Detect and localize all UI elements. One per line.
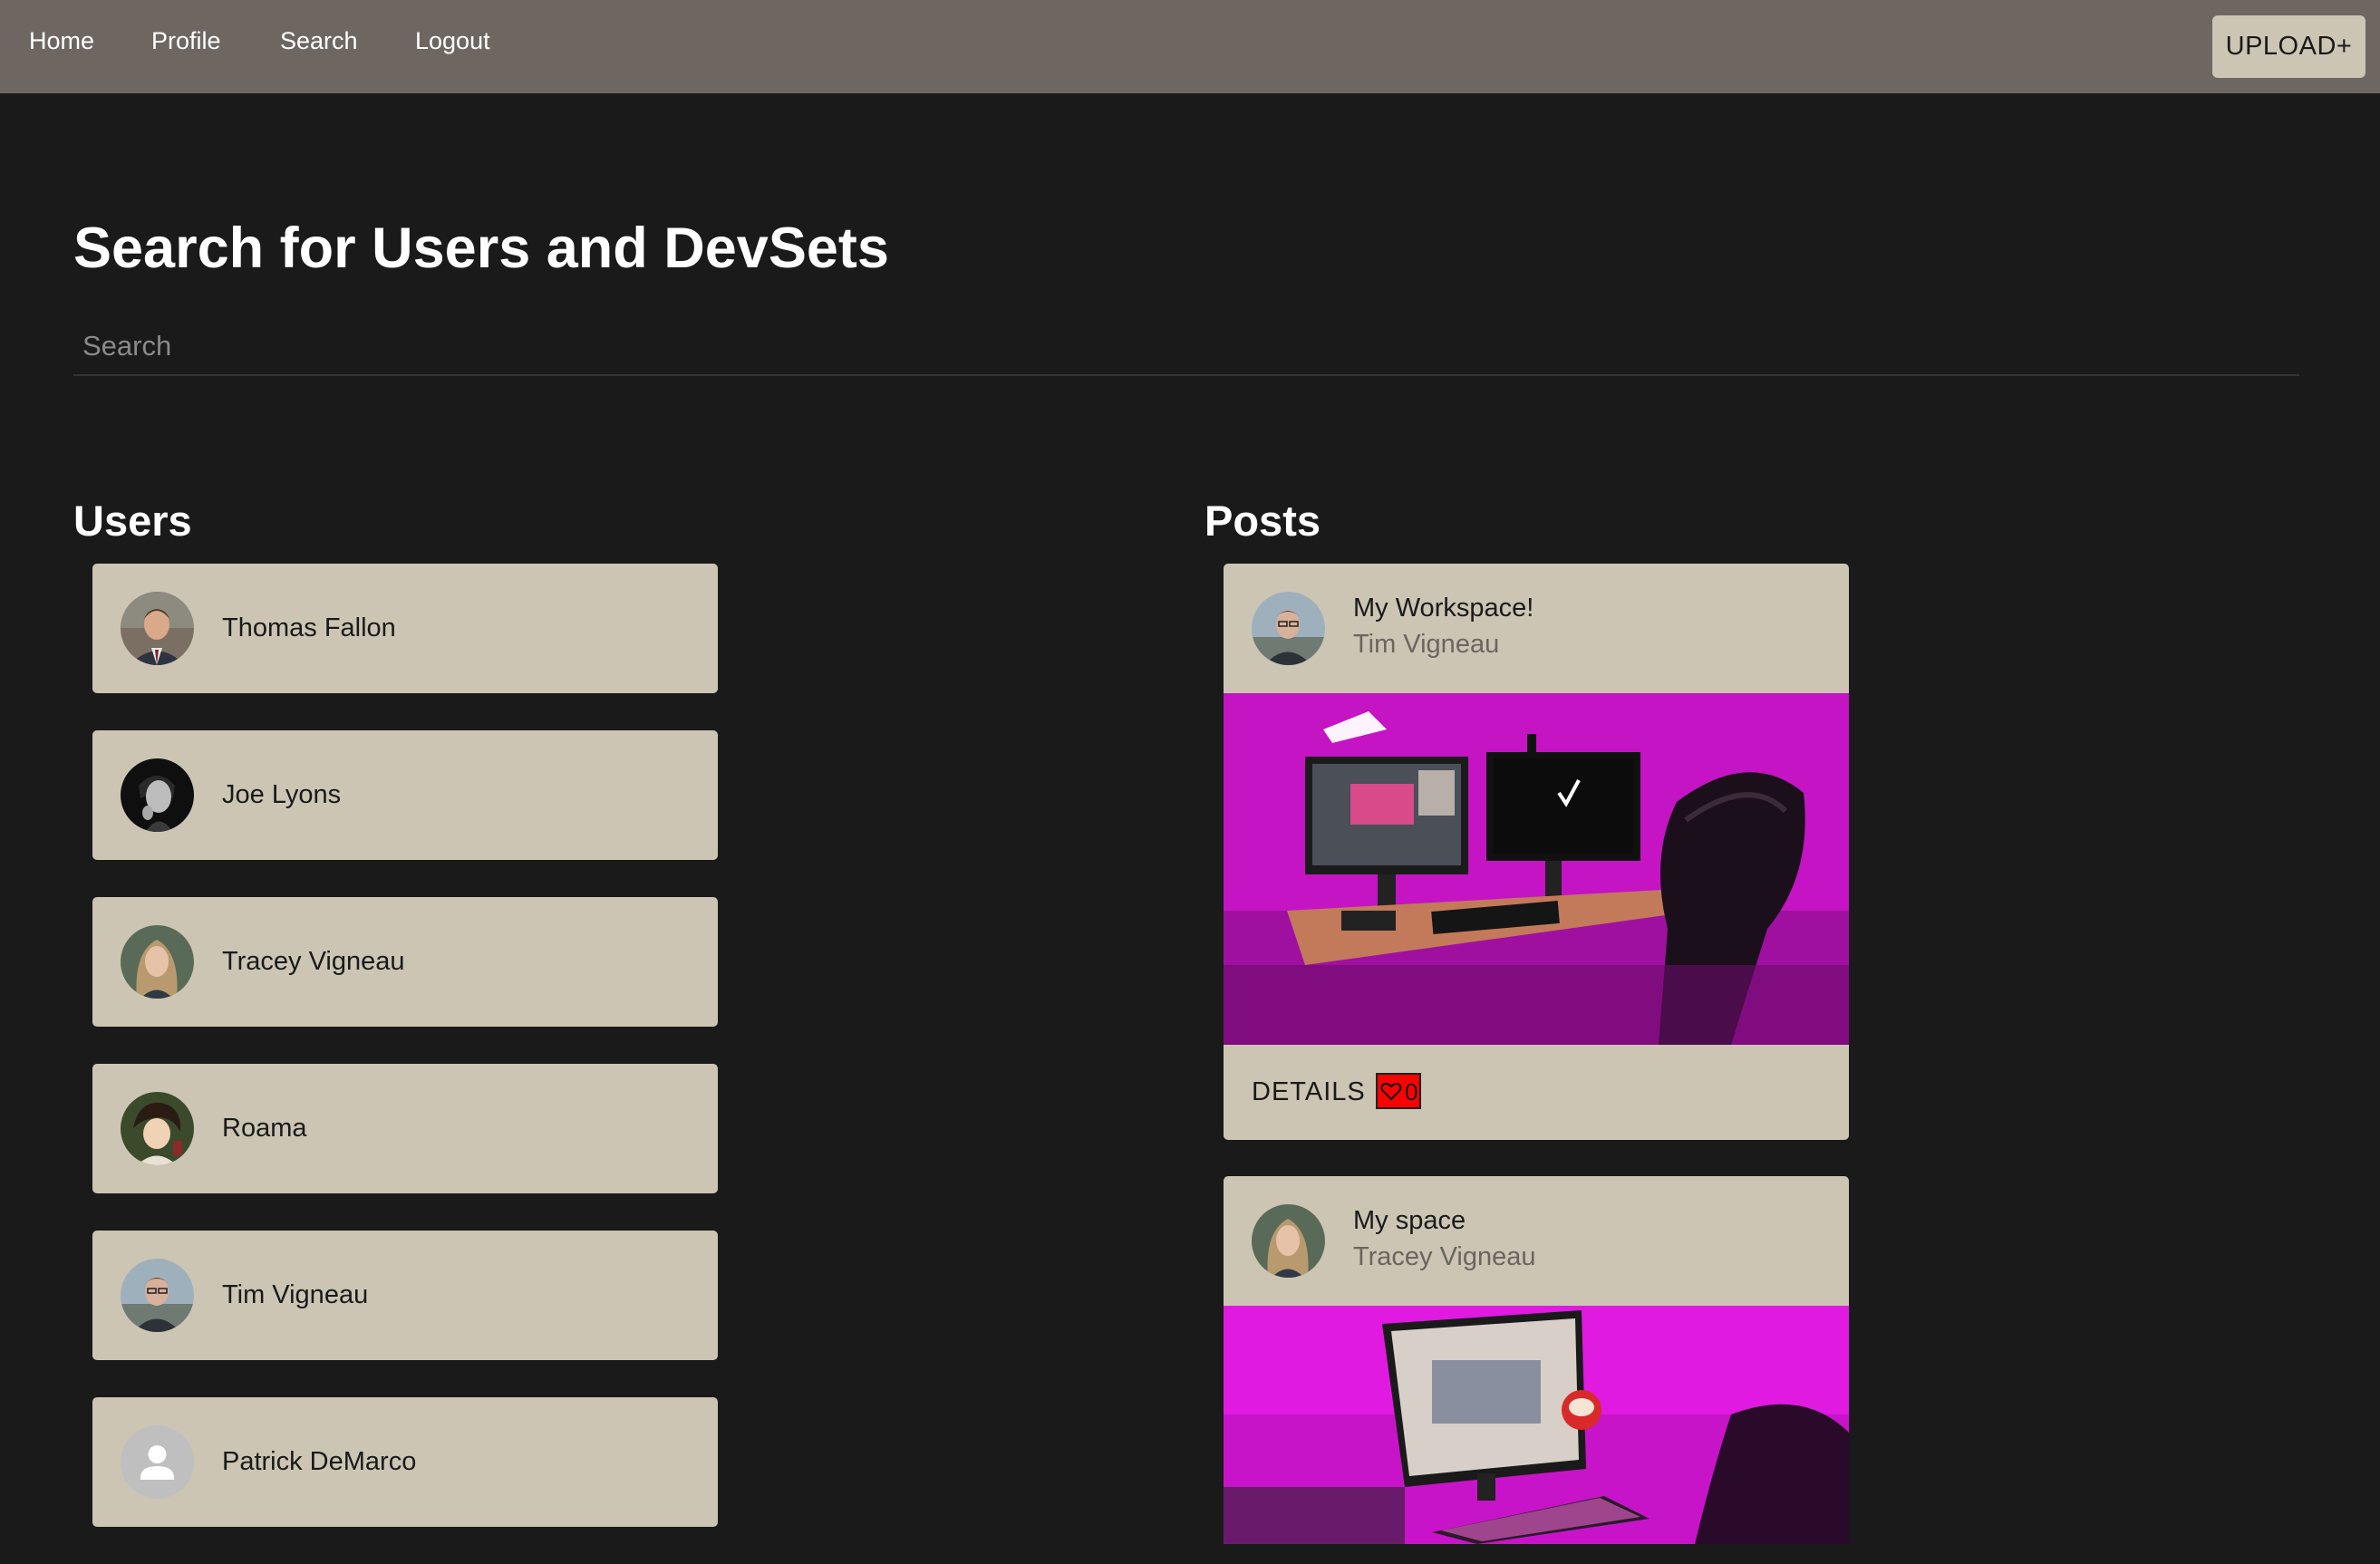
avatar	[121, 925, 194, 999]
heart-icon	[1380, 1082, 1402, 1101]
user-card-roama[interactable]: Roama	[92, 1064, 718, 1193]
nav-link-search[interactable]: Search	[280, 25, 358, 56]
user-card-tim-vigneau[interactable]: Tim Vigneau	[92, 1231, 718, 1360]
post-title: My Workspace!	[1353, 594, 1534, 623]
user-name: Tim Vigneau	[222, 1280, 369, 1309]
like-count: 0	[1405, 1078, 1418, 1105]
user-name: Thomas Fallon	[222, 613, 396, 642]
post-card: My space Tracey Vigneau	[1224, 1176, 1849, 1544]
avatar[interactable]	[1252, 592, 1325, 665]
nav-link-profile[interactable]: Profile	[151, 25, 221, 56]
post-title: My space	[1353, 1206, 1466, 1235]
user-list: Thomas Fallon Joe Lyons Tracey Vigneau R…	[92, 564, 718, 1564]
user-card-patrick-demarco[interactable]: Patrick DeMarco	[92, 1397, 718, 1527]
avatar	[121, 1092, 194, 1165]
user-card-joe-lyons[interactable]: Joe Lyons	[92, 730, 718, 860]
avatar[interactable]	[1252, 1204, 1325, 1278]
post-photo	[1224, 1306, 1849, 1544]
post-header: My Workspace! Tim Vigneau	[1224, 564, 1849, 693]
user-card-tracey-vigneau[interactable]: Tracey Vigneau	[92, 897, 718, 1027]
avatar	[121, 592, 194, 665]
avatar	[121, 758, 194, 832]
post-header: My space Tracey Vigneau	[1224, 1176, 1849, 1306]
post-author[interactable]: Tracey Vigneau	[1353, 1241, 1536, 1273]
user-card-thomas-fallon[interactable]: Thomas Fallon	[92, 564, 718, 693]
details-button[interactable]: DETAILS	[1252, 1072, 1366, 1112]
search-field	[73, 319, 2299, 376]
posts-heading: Posts	[1205, 497, 1321, 545]
post-footer: DETAILS 0	[1224, 1045, 1849, 1140]
users-heading: Users	[73, 497, 192, 545]
post-author[interactable]: Tim Vigneau	[1353, 628, 1499, 661]
page-title: Search for Users and DevSets	[73, 217, 889, 280]
like-button[interactable]: 0	[1376, 1073, 1421, 1109]
search-input[interactable]	[73, 319, 2299, 373]
post-card: My Workspace! Tim Vigneau DETAILS 0	[1224, 564, 1849, 1140]
nav-link-home[interactable]: Home	[29, 25, 94, 56]
user-name: Patrick DeMarco	[222, 1447, 417, 1476]
default-person-icon	[121, 1425, 194, 1499]
user-name: Roama	[222, 1114, 307, 1143]
upload-button[interactable]: UPLOAD+	[2212, 15, 2365, 78]
nav-link-logout[interactable]: Logout	[415, 25, 490, 56]
user-name: Tracey Vigneau	[222, 947, 405, 976]
user-name: Joe Lyons	[222, 780, 342, 809]
avatar	[121, 1259, 194, 1332]
post-photo	[1224, 693, 1849, 1045]
top-navbar: Home Profile Search Logout UPLOAD+	[0, 0, 2380, 93]
